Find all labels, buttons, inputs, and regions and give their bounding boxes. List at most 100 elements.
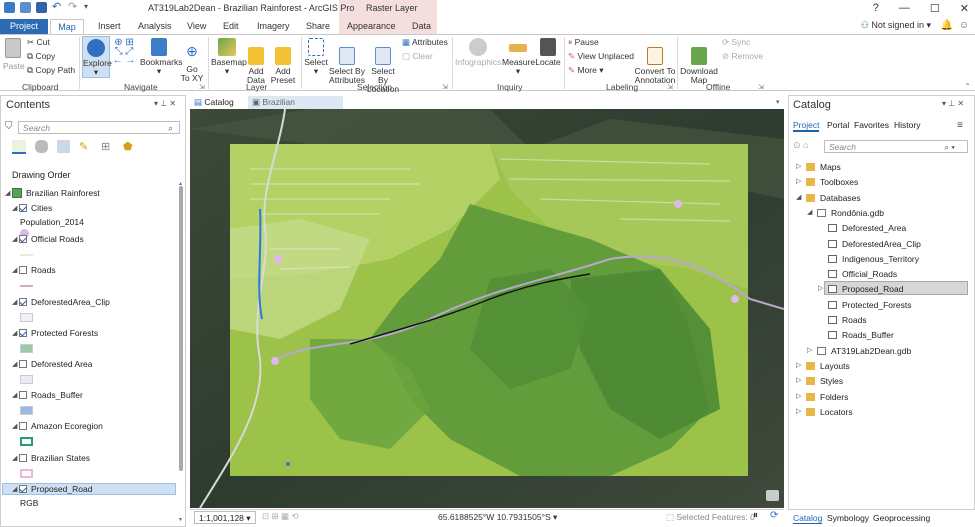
expand-toggle[interactable]: ◢ [12, 298, 17, 306]
contents-scrollbar[interactable] [179, 186, 183, 471]
measure-button[interactable]: Measure ▾ [502, 38, 535, 76]
list-by-drawing-order-icon[interactable] [12, 140, 26, 154]
expand-toggle[interactable]: ◢ [12, 266, 17, 274]
catalog-search-input[interactable]: Search ⌕ ▾ [824, 140, 968, 153]
catalog-item[interactable]: Official_Roads [842, 269, 897, 279]
explore-button[interactable]: Explore ▾ [82, 36, 112, 78]
catalog-item[interactable]: Layouts [820, 361, 850, 371]
redo-icon[interactable]: ↷ [68, 2, 79, 13]
expand-toggle[interactable]: ▷ [796, 177, 801, 185]
sync-button[interactable]: ⟳ Sync [722, 38, 750, 47]
layer-visibility-checkbox[interactable] [19, 454, 27, 462]
undo-icon[interactable]: ↶ [52, 2, 63, 13]
layer-symbol[interactable] [20, 285, 33, 287]
tab-analysis[interactable]: Analysis [136, 19, 174, 34]
layer-symbol[interactable] [20, 254, 33, 256]
expand-toggle[interactable]: ▷ [796, 392, 801, 400]
expand-toggle[interactable]: ◢ [12, 360, 17, 368]
pane-menu-icon[interactable]: ▾ ⊥ ✕ [942, 99, 964, 108]
expand-toggle[interactable]: ◢ [807, 208, 812, 216]
maximize-button[interactable]: ☐ [930, 2, 940, 15]
new-project-icon[interactable] [4, 2, 15, 13]
expand-toggle[interactable]: ◢ [12, 454, 17, 462]
layer-visibility-checkbox[interactable] [19, 422, 27, 430]
catalog-item[interactable]: Locators [820, 407, 853, 417]
catalog-item[interactable]: Protected_Forests [842, 300, 911, 310]
close-button[interactable]: ✕ [960, 2, 969, 15]
layer-symbol[interactable] [20, 313, 33, 322]
catalog-tab-portal[interactable]: Portal [827, 120, 849, 130]
expand-toggle[interactable]: ▷ [796, 376, 801, 384]
tab-appearance[interactable]: Appearance [345, 19, 398, 34]
map-view[interactable] [190, 109, 784, 508]
locate-button[interactable]: Locate [535, 38, 561, 67]
bottom-tab-catalog[interactable]: Catalog [793, 513, 823, 524]
catalog-item[interactable]: Styles [820, 376, 843, 386]
catalog-tab-project[interactable]: Project [793, 120, 820, 132]
catalog-item[interactable]: Deforested_Area [842, 223, 906, 233]
catalog-item[interactable]: Roads_Buffer [842, 330, 894, 340]
layer-symbol[interactable] [20, 437, 33, 446]
pause-drawing-icon[interactable]: ⏸ [753, 510, 758, 521]
customize-icon[interactable]: ▾ [84, 2, 95, 13]
tab-edit[interactable]: Edit [221, 19, 241, 34]
hamburger-menu-icon[interactable]: ≡ [957, 120, 963, 131]
layer-row[interactable] [2, 233, 176, 245]
basemap-button[interactable]: Basemap ▾ [211, 38, 247, 76]
map-nav-icons[interactable]: ⊡ ⊞ ▦ ⟲ [262, 511, 298, 522]
layer-symbol[interactable] [20, 469, 33, 478]
refresh-icon[interactable]: ⟳ [770, 510, 778, 521]
cut-button[interactable]: ✂ Cut [27, 38, 50, 47]
catalog-item[interactable]: Indigenous_Territory [842, 254, 919, 264]
layer-symbol[interactable] [20, 406, 33, 415]
expand-toggle[interactable]: ◢ [12, 391, 17, 399]
select-button[interactable]: Select ▾ [304, 38, 328, 76]
catalog-item[interactable]: Maps [820, 162, 841, 172]
expand-toggle[interactable]: ▷ [818, 284, 823, 292]
attributes-button[interactable]: ▦ Attributes [402, 38, 448, 47]
tab-view[interactable]: View [185, 19, 208, 34]
layer-row[interactable] [2, 264, 176, 276]
copy-path-button[interactable]: ⧉ Copy Path [27, 66, 75, 75]
layer-symbol[interactable] [20, 375, 33, 384]
layer-row[interactable] [2, 202, 176, 214]
layer-visibility-checkbox[interactable] [19, 329, 27, 337]
layer-visibility-checkbox[interactable] [19, 485, 27, 493]
copy-button[interactable]: ⧉ Copy [27, 52, 55, 61]
layer-visibility-checkbox[interactable] [19, 235, 27, 243]
filter-icon[interactable]: ⛉ [5, 121, 13, 132]
scale-selector[interactable]: 1:1,001,128 ▾ [194, 511, 256, 524]
expand-toggle[interactable]: ▷ [796, 162, 801, 170]
dialog-launcher-icon[interactable]: ⇲ [199, 83, 205, 91]
scroll-down-icon[interactable]: ▼ [178, 517, 183, 523]
layer-symbol[interactable] [20, 344, 33, 353]
paste-button[interactable]: Paste [3, 38, 25, 71]
scroll-up-icon[interactable]: ▲ [178, 181, 183, 187]
doc-tabs-menu-icon[interactable]: ▾ [776, 98, 780, 106]
expand-toggle[interactable]: ◢ [12, 235, 17, 243]
catalog-item[interactable]: Proposed_Road [842, 284, 903, 294]
remove-button[interactable]: ⊘ Remove [722, 52, 763, 61]
layer-row[interactable] [2, 389, 176, 401]
doc-tab-map[interactable]: ▣ Brazilian Rainforest✕ [248, 96, 343, 120]
view-unplaced-button[interactable]: ✎ View Unplaced [568, 52, 634, 61]
expand-toggle[interactable]: ◢ [796, 193, 801, 201]
layer-visibility-checkbox[interactable] [19, 204, 27, 212]
collapse-ribbon-icon[interactable]: ⌃ [964, 82, 971, 91]
list-by-source-icon[interactable] [35, 140, 48, 153]
expand-toggle[interactable]: ◢ [12, 204, 17, 212]
catalog-item[interactable]: Toolboxes [820, 177, 858, 187]
expand-toggle[interactable]: ◢ [12, 485, 17, 493]
tab-data[interactable]: Data [410, 19, 433, 34]
bottom-tab-geoprocessing[interactable]: Geoprocessing [873, 513, 930, 523]
back-forward-icons[interactable]: ⊙ ⌂ [793, 140, 808, 151]
tab-project[interactable]: Project [0, 19, 49, 34]
dialog-launcher-icon[interactable]: ⇲ [667, 83, 673, 91]
catalog-item[interactable]: Roads [842, 315, 867, 325]
coordinate-readout[interactable]: 65.6188525°W 10.7931505°S ▾ [438, 512, 557, 523]
expand-toggle[interactable]: ◢ [5, 189, 10, 197]
bottom-tab-symbology[interactable]: Symbology [827, 513, 869, 523]
list-by-snapping-icon[interactable]: ⊞ [101, 140, 114, 153]
catalog-item[interactable]: AT319Lab2Dean.gdb [831, 346, 911, 356]
tab-map[interactable]: Map [50, 19, 84, 34]
